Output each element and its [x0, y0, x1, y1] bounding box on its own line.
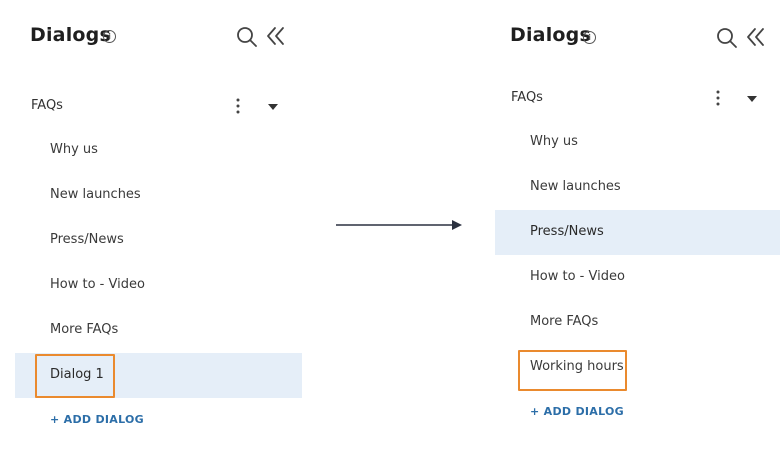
dialogs-panel-before: Dialogs i FAQs Why us New launches Press…: [15, 0, 302, 450]
dialog-item[interactable]: New launches: [15, 173, 302, 218]
dialog-item-label: Why us: [50, 142, 98, 157]
dialog-item[interactable]: More FAQs: [495, 300, 780, 345]
dialog-item-selected[interactable]: Press/News: [495, 210, 780, 255]
dialog-item-label: Why us: [530, 134, 578, 149]
caret-down-icon[interactable]: [747, 96, 757, 102]
panel-title: Dialogs: [510, 24, 591, 46]
dialog-item[interactable]: Why us: [15, 128, 302, 173]
dialog-item-label: New launches: [50, 187, 141, 202]
dialog-item-label: How to - Video: [50, 277, 145, 292]
group-label-faqs[interactable]: FAQs: [31, 98, 63, 113]
add-dialog-button[interactable]: + ADD DIALOG: [530, 405, 624, 418]
dialog-item[interactable]: Press/News: [15, 218, 302, 263]
dialog-item-label: Dialog 1: [50, 367, 104, 382]
search-icon[interactable]: [236, 26, 258, 48]
dialog-item[interactable]: More FAQs: [15, 308, 302, 353]
add-dialog-button[interactable]: + ADD DIALOG: [50, 413, 144, 426]
dialog-item-label: More FAQs: [530, 314, 599, 329]
dialog-item[interactable]: Why us: [495, 120, 780, 165]
group-label-faqs[interactable]: FAQs: [511, 90, 543, 105]
panel-title: Dialogs: [30, 24, 111, 46]
dialog-item-label: New launches: [530, 179, 621, 194]
dialog-list: Why us New launches Press/News How to - …: [495, 120, 780, 391]
info-icon[interactable]: i: [583, 31, 596, 44]
double-chevron-left-icon[interactable]: [745, 26, 767, 48]
arrow-right-icon: [336, 220, 462, 230]
dialog-item[interactable]: How to - Video: [15, 263, 302, 308]
search-icon[interactable]: [716, 27, 738, 49]
dialogs-panel-after: Dialogs i FAQs Why us New launches Press…: [495, 0, 780, 450]
dialog-item[interactable]: How to - Video: [495, 255, 780, 300]
dialog-item-label: More FAQs: [50, 322, 119, 337]
dialog-item[interactable]: New launches: [495, 165, 780, 210]
kebab-icon[interactable]: [715, 89, 721, 107]
caret-down-icon[interactable]: [268, 104, 278, 110]
dialog-item-label: Press/News: [530, 224, 604, 239]
dialog-list: Why us New launches Press/News How to - …: [15, 128, 302, 398]
dialog-item-selected[interactable]: Dialog 1: [15, 353, 302, 398]
dialog-item[interactable]: Working hours: [495, 345, 780, 391]
kebab-icon[interactable]: [235, 97, 241, 115]
dialog-item-label: How to - Video: [530, 269, 625, 284]
dialog-item-label: Press/News: [50, 232, 124, 247]
double-chevron-left-icon[interactable]: [265, 25, 287, 47]
dialog-item-label: Working hours: [530, 359, 624, 374]
info-icon[interactable]: i: [103, 30, 116, 43]
